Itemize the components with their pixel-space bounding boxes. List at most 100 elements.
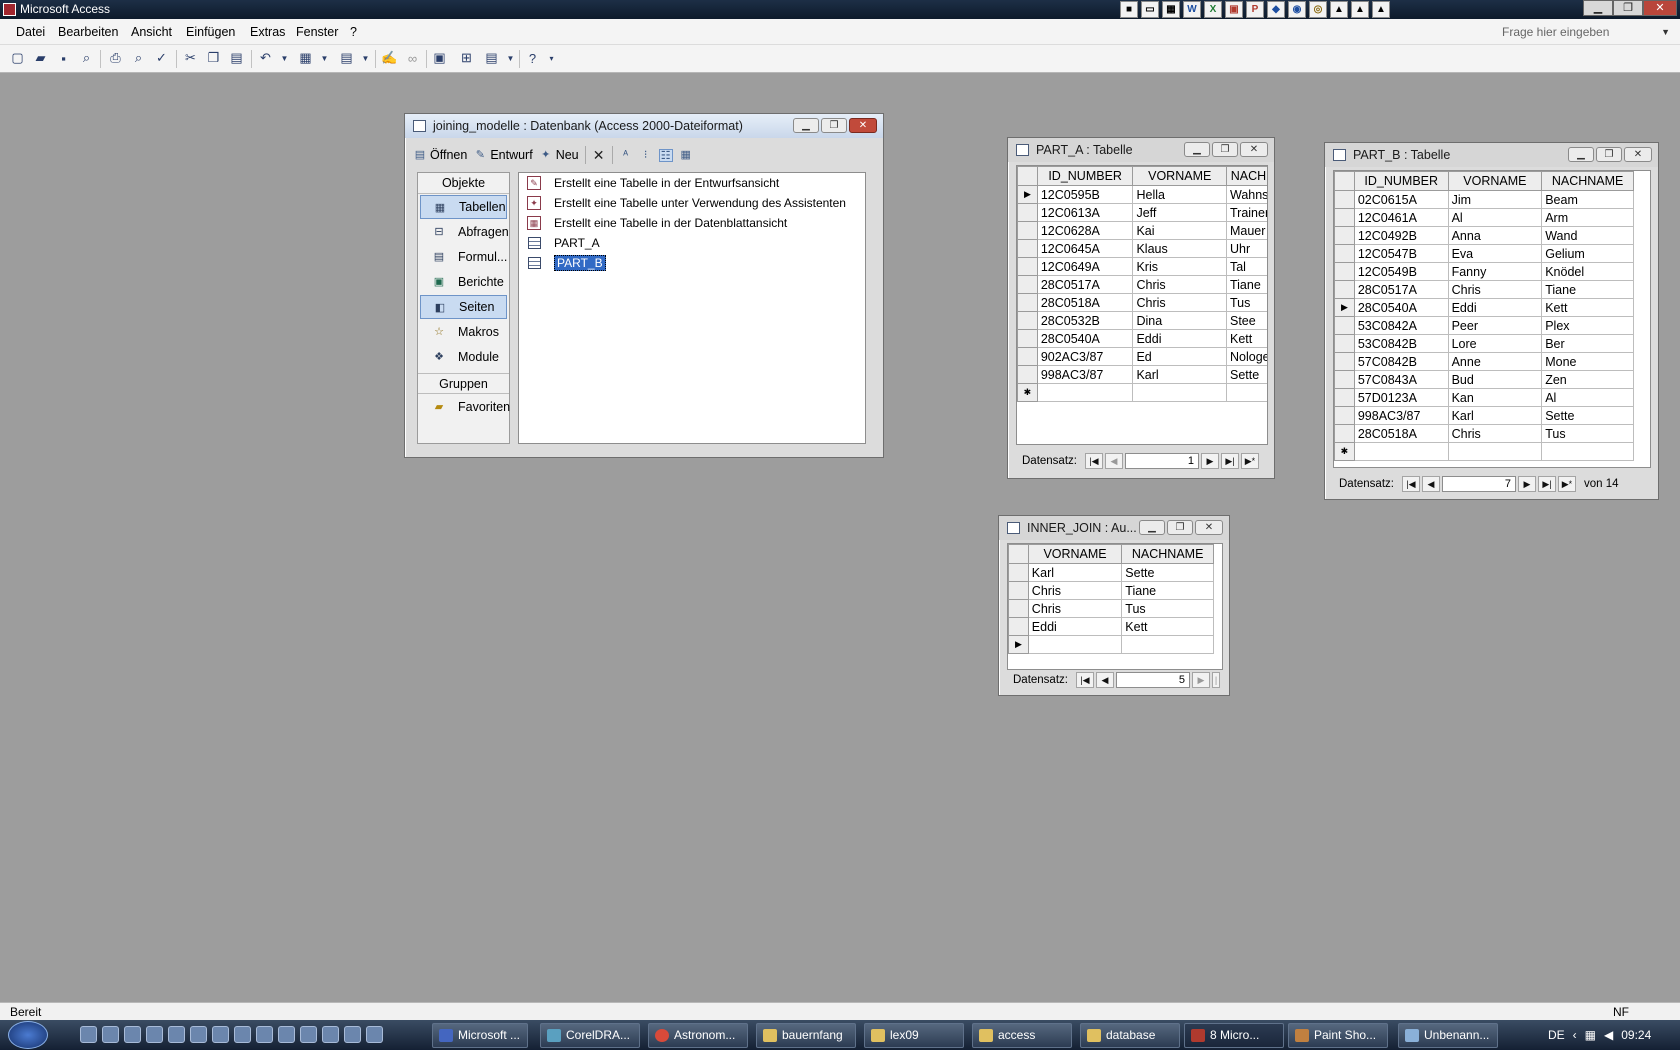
table-cell[interactable]: Sette — [1541, 406, 1634, 425]
list-item[interactable]: ✎ Erstellt eine Tabelle in der Entwurfsan… — [519, 173, 865, 193]
table-row[interactable]: Chris Tus — [1008, 599, 1214, 618]
table-cell[interactable] — [1353, 442, 1449, 461]
table-cell[interactable]: Beam — [1541, 190, 1634, 209]
quicklaunch-icon[interactable] — [344, 1026, 361, 1043]
quicklaunch-icon[interactable] — [366, 1026, 383, 1043]
close-icon[interactable]: ✕ — [849, 118, 877, 133]
new-record-icon[interactable]: ✱ — [1334, 442, 1355, 461]
quicklaunch-icon[interactable] — [322, 1026, 339, 1043]
design-button[interactable]: ✎ Entwurf — [473, 148, 533, 162]
table-cell[interactable]: Trainer — [1225, 203, 1267, 222]
chevron-down-icon[interactable]: ▼ — [276, 50, 293, 66]
groups-header[interactable]: Gruppen — [418, 373, 509, 394]
table-cell[interactable]: Al — [1447, 208, 1543, 227]
taskbar-button[interactable]: 8 Micro... — [1184, 1023, 1284, 1048]
table-row[interactable]: Chris Tiane — [1008, 581, 1214, 600]
start-button[interactable] — [8, 1021, 48, 1049]
table-cell[interactable]: 53C0842A — [1353, 316, 1449, 335]
next-record-icon[interactable]: ▶ — [1517, 476, 1536, 492]
maximize-icon[interactable]: ❐ — [1212, 142, 1238, 157]
open-folder-icon[interactable]: ▰ — [32, 50, 49, 66]
maximize-icon[interactable]: ❐ — [1167, 520, 1193, 535]
table-cell[interactable]: 12C0649A — [1036, 257, 1134, 276]
table-row[interactable]: 998AC3/87 Karl Sette — [1017, 365, 1267, 384]
table-cell[interactable]: Karl — [1132, 365, 1227, 384]
table-cell[interactable]: Karl — [1447, 406, 1543, 425]
select-all-corner[interactable] — [1008, 544, 1029, 564]
quicklaunch-icon[interactable] — [300, 1026, 317, 1043]
menu-ansicht[interactable]: Ansicht — [131, 25, 172, 39]
prev-record-icon[interactable]: ◀ — [1421, 476, 1440, 492]
table-cell[interactable]: Lore — [1447, 334, 1543, 353]
minimize-icon[interactable]: ▁ — [1184, 142, 1210, 157]
table-cell[interactable]: Chris — [1447, 280, 1543, 299]
database-window-title-bar[interactable]: joining_modelle : Datenbank (Access 2000… — [405, 114, 883, 138]
table-row[interactable]: 28C0517A Chris Tiane — [1017, 275, 1267, 294]
table-row[interactable]: 02C0615A Jim Beam — [1334, 190, 1634, 209]
table-row[interactable]: 12C0461A Al Arm — [1334, 208, 1634, 227]
table-cell[interactable]: Kai — [1132, 221, 1227, 240]
table-cell[interactable]: 57D0123A — [1353, 388, 1449, 407]
word-icon[interactable]: W — [1183, 1, 1201, 18]
table-cell[interactable]: Knödel — [1541, 262, 1634, 281]
table-row[interactable]: 28C0540A Eddi Kett — [1017, 329, 1267, 348]
spellcheck-icon[interactable]: ✓ — [153, 50, 170, 66]
table-cell[interactable]: 28C0540A — [1036, 329, 1134, 348]
new-button[interactable]: ✦ Neu — [539, 148, 579, 162]
table-cell[interactable]: Uhr — [1225, 239, 1267, 258]
prev-record-icon[interactable]: ◀ — [1095, 672, 1114, 688]
table-cell[interactable]: Klaus — [1132, 239, 1227, 258]
row-selector[interactable] — [1334, 262, 1355, 281]
prev-record-icon[interactable]: ◀ — [1104, 453, 1123, 469]
list-item[interactable]: PART_B — [519, 253, 865, 273]
menu-bearbeiten[interactable]: Bearbeiten — [58, 25, 118, 39]
print-preview-icon[interactable]: ⌕ — [130, 50, 147, 66]
new-record-row[interactable]: ✱ — [1017, 383, 1267, 402]
first-record-icon[interactable]: |◀ — [1075, 672, 1094, 688]
table-cell[interactable]: Eddi — [1027, 617, 1123, 636]
part-b-title-bar[interactable]: PART_B : Tabelle ▁ ❐ ✕ — [1325, 143, 1658, 167]
help-icon[interactable]: ? — [524, 50, 541, 66]
properties-icon[interactable]: ▣ — [431, 50, 448, 66]
taskbar-button[interactable]: Paint Sho... — [1288, 1023, 1388, 1048]
table-cell[interactable]: Mone — [1541, 352, 1634, 371]
table-row[interactable]: 28C0518A Chris Tus — [1017, 293, 1267, 312]
first-record-icon[interactable]: |◀ — [1401, 476, 1420, 492]
table-row[interactable]: 57C0843A Bud Zen — [1334, 370, 1634, 389]
table-row[interactable]: 53C0842A Peer Plex — [1334, 316, 1634, 335]
row-selector[interactable] — [1334, 244, 1355, 263]
table-cell[interactable]: 12C0613A — [1036, 203, 1134, 222]
table-cell[interactable]: Kett — [1225, 329, 1267, 348]
select-all-corner[interactable] — [1017, 166, 1038, 186]
table-cell[interactable]: Plex — [1541, 316, 1634, 335]
table-cell[interactable]: Anne — [1447, 352, 1543, 371]
new-record-icon[interactable]: ▶* — [1557, 476, 1576, 492]
chevron-down-icon[interactable]: ▼ — [316, 50, 333, 66]
row-selector[interactable] — [1017, 257, 1038, 276]
paste-icon[interactable]: ▤ — [228, 50, 245, 66]
quicklaunch-icon[interactable] — [256, 1026, 273, 1043]
object-reports[interactable]: ▣ Berichte — [420, 270, 507, 294]
quicklaunch-icon[interactable] — [80, 1026, 97, 1043]
table-cell[interactable]: Eddi — [1132, 329, 1227, 348]
table-cell[interactable]: Tiane — [1225, 275, 1267, 294]
taskbar-button[interactable]: lex09 — [864, 1023, 964, 1048]
row-selector[interactable] — [1334, 388, 1355, 407]
table-cell[interactable]: Fanny — [1447, 262, 1543, 281]
table-row[interactable]: 902AC3/87 Ed Nologe — [1017, 347, 1267, 366]
row-selector[interactable] — [1334, 406, 1355, 425]
table-cell[interactable]: Anna — [1447, 226, 1543, 245]
current-record-icon[interactable]: ▶ — [1017, 185, 1038, 204]
table-row[interactable]: 12C0549B Fanny Knödel — [1334, 262, 1634, 281]
table-cell[interactable]: Al — [1541, 388, 1634, 407]
table-cell[interactable] — [1027, 635, 1123, 654]
table-cell[interactable]: Tus — [1121, 599, 1214, 618]
row-selector[interactable] — [1334, 280, 1355, 299]
quicklaunch-icon[interactable] — [102, 1026, 119, 1043]
object-tables[interactable]: ▦ Tabellen — [420, 195, 507, 219]
print-icon[interactable]: ⎙ — [107, 50, 124, 66]
table-cell[interactable] — [1132, 383, 1227, 402]
table-cell[interactable]: Chris — [1027, 599, 1123, 618]
next-record-icon[interactable]: ▶ — [1200, 453, 1219, 469]
table-cell[interactable]: 12C0595B — [1036, 185, 1134, 204]
